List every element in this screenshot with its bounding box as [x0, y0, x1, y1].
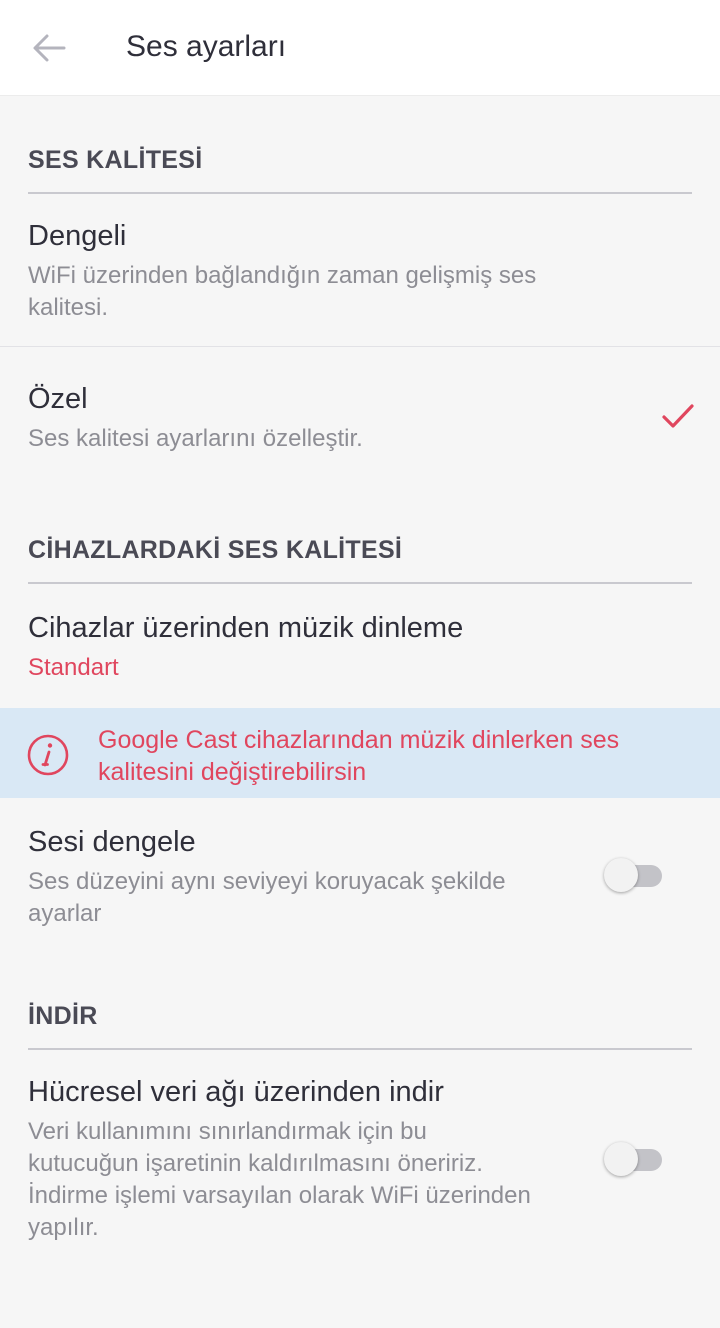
option-subtitle: WiFi üzerinden bağlandığın zaman gelişmi… [28, 262, 537, 289]
option-title: Dengeli [28, 220, 127, 252]
setting-subtitle: Ses düzeyini aynı seviyeyi koruyacak şek… [28, 868, 506, 895]
back-button[interactable] [24, 24, 74, 72]
setting-subtitle-line2: ayarlar [28, 900, 102, 927]
toggle-thumb [604, 858, 638, 892]
info-text-line1: Google Cast cihazlarından müzik dinlerke… [98, 726, 620, 754]
arrow-left-icon [33, 34, 66, 62]
normalize-volume-setting: Sesi dengele Ses düzeyini aynı seviyeyi … [0, 798, 720, 948]
setting-subtitle-line4: yapılır. [28, 1214, 99, 1241]
option-title: Özel [28, 383, 88, 415]
section-header-quality: SES KALİTESİ [28, 146, 692, 194]
setting-subtitle: Veri kullanımını sınırlandırmak için bu [28, 1118, 427, 1145]
section-header-download: İNDİR [28, 1002, 692, 1050]
option-balanced[interactable]: Dengeli WiFi üzerinden bağlandığın zaman… [0, 196, 720, 346]
setting-subtitle-line2: kutucuğun işaretinin kaldırılmasını öner… [28, 1150, 483, 1177]
listen-on-devices-setting[interactable]: Cihazlar üzerinden müzik dinleme Standar… [0, 586, 720, 708]
setting-title: Sesi dengele [28, 826, 196, 858]
option-subtitle: Ses kalitesi ayarlarını özelleştir. [28, 425, 363, 452]
checkmark-icon [662, 404, 694, 428]
setting-value: Standart [28, 654, 119, 681]
cellular-download-toggle[interactable] [604, 1140, 662, 1176]
setting-subtitle-line3: İndirme işlemi varsayılan olarak WiFi üz… [28, 1182, 531, 1209]
setting-title: Hücresel veri ağı üzerinden indir [28, 1076, 444, 1108]
normalize-volume-toggle[interactable] [604, 856, 662, 892]
setting-title: Cihazlar üzerinden müzik dinleme [28, 612, 464, 644]
toggle-thumb [604, 1142, 638, 1176]
info-banner: Google Cast cihazlarından müzik dinlerke… [0, 708, 720, 798]
info-circle-icon [27, 734, 69, 776]
info-text: Google Cast cihazlarından müzik dinlerke… [98, 724, 698, 788]
info-text-line2: kalitesini değiştirebilirsin [98, 758, 367, 786]
option-custom[interactable]: Özel Ses kalitesi ayarlarını özelleştir. [0, 347, 720, 477]
option-subtitle-line2: kalitesi. [28, 294, 109, 321]
section-header-device-quality: CİHAZLARDAKİ SES KALİTESİ [28, 536, 692, 584]
app-bar: Ses ayarları [0, 0, 720, 96]
page-title: Ses ayarları [126, 30, 287, 63]
cellular-download-setting: Hücresel veri ağı üzerinden indir Veri k… [0, 1052, 720, 1252]
